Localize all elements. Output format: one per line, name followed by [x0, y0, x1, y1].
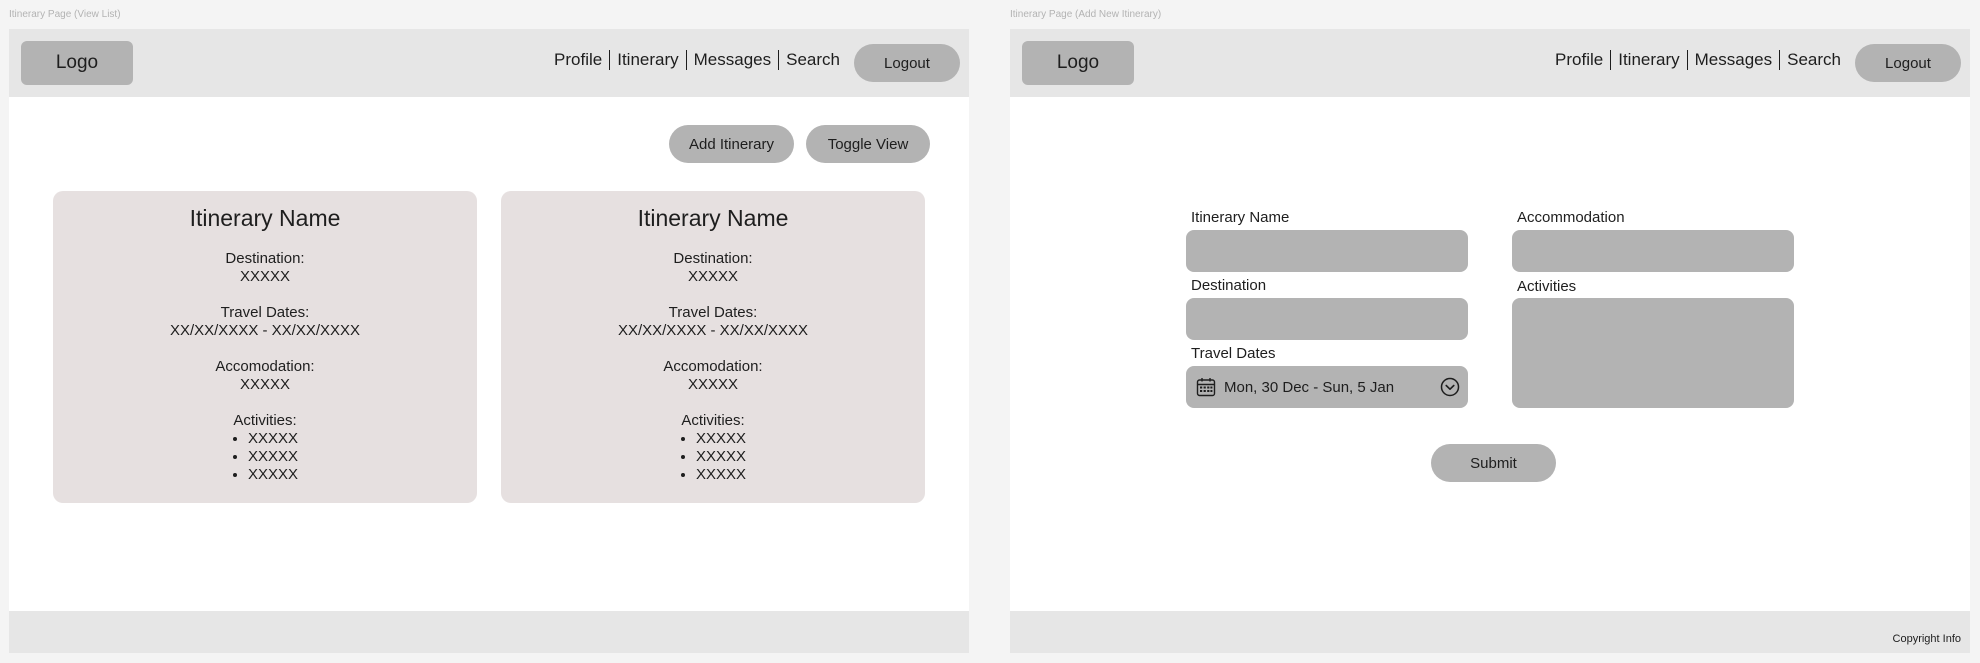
- nav-link-search[interactable]: Search: [779, 50, 847, 70]
- card-accommodation-value: XXXXX: [239, 376, 291, 393]
- toggle-view-button[interactable]: Toggle View: [806, 125, 930, 163]
- activity-item: XXXXX: [696, 448, 746, 466]
- add-itinerary-button[interactable]: Add Itinerary: [669, 125, 794, 163]
- nav-links: Profile Itinerary Messages Search: [547, 50, 847, 70]
- destination-input[interactable]: [1186, 298, 1468, 340]
- card-activities: Activities: XXXXX XXXXX XXXXX: [501, 412, 925, 484]
- card-title: Itinerary Name: [637, 205, 789, 231]
- card-dates: Travel Dates: XX/XX/XXXX - XX/XX/XXXX: [53, 304, 477, 340]
- card-accommodation-label: Accomodation:: [663, 358, 763, 375]
- nav-link-profile[interactable]: Profile: [547, 50, 609, 70]
- chevron-down-circle-icon[interactable]: [1440, 377, 1460, 397]
- nav-link-search[interactable]: Search: [1780, 50, 1848, 70]
- activity-item: XXXXX: [248, 466, 298, 484]
- nav-links: Profile Itinerary Messages Search: [1548, 50, 1848, 70]
- card-accommodation: Accomodation: XXXXX: [53, 358, 477, 394]
- footer: Copyright Info: [1010, 611, 1970, 653]
- copyright-text: Copyright Info: [1892, 633, 1961, 645]
- card-dates-label: Travel Dates:: [220, 304, 310, 321]
- travel-dates-picker[interactable]: Mon, 30 Dec - Sun, 5 Jan: [1186, 366, 1468, 408]
- nav-link-messages[interactable]: Messages: [687, 50, 778, 70]
- card-dates-value: XX/XX/XXXX - XX/XX/XXXX: [169, 322, 361, 339]
- submit-button[interactable]: Submit: [1431, 444, 1556, 482]
- activities-textarea[interactable]: [1512, 298, 1794, 408]
- card-destination: Destination: XXXXX: [501, 250, 925, 286]
- destination-label: Destination: [1191, 277, 1267, 294]
- accommodation-input[interactable]: [1512, 230, 1794, 272]
- logo[interactable]: Logo: [1022, 41, 1134, 85]
- itinerary-name-label: Itinerary Name: [1191, 209, 1290, 226]
- footer: [9, 611, 969, 653]
- card-title: Itinerary Name: [189, 205, 341, 231]
- logo[interactable]: Logo: [21, 41, 133, 85]
- card-destination: Destination: XXXXX: [53, 250, 477, 286]
- card-dates-value: XX/XX/XXXX - XX/XX/XXXX: [617, 322, 809, 339]
- logout-button[interactable]: Logout: [1855, 44, 1961, 82]
- card-activities: Activities: XXXXX XXXXX XXXXX: [53, 412, 477, 484]
- card-accommodation: Accomodation: XXXXX: [501, 358, 925, 394]
- activity-item: XXXXX: [248, 430, 298, 448]
- nav-link-itinerary[interactable]: Itinerary: [610, 50, 685, 70]
- nav-link-messages[interactable]: Messages: [1688, 50, 1779, 70]
- card-destination-value: XXXXX: [239, 268, 291, 285]
- accommodation-label: Accommodation: [1517, 209, 1625, 226]
- frame-label-add-itinerary: Itinerary Page (Add New Itinerary): [1010, 9, 1162, 20]
- card-dates-label: Travel Dates:: [668, 304, 758, 321]
- logout-button[interactable]: Logout: [854, 44, 960, 82]
- nav-link-itinerary[interactable]: Itinerary: [1611, 50, 1686, 70]
- card-accommodation-label: Accomodation:: [215, 358, 315, 375]
- card-dates: Travel Dates: XX/XX/XXXX - XX/XX/XXXX: [501, 304, 925, 340]
- itinerary-card[interactable]: Itinerary Name Destination: XXXXX Travel…: [53, 191, 477, 503]
- card-accommodation-value: XXXXX: [687, 376, 739, 393]
- activity-item: XXXXX: [696, 466, 746, 484]
- itinerary-name-input[interactable]: [1186, 230, 1468, 272]
- activity-list: XXXXX XXXXX XXXXX: [232, 430, 298, 484]
- navbar: Logo Profile Itinerary Messages Search L…: [9, 29, 969, 97]
- card-activities-label: Activities:: [681, 412, 745, 429]
- activities-label: Activities: [1517, 278, 1577, 295]
- activity-item: XXXXX: [248, 448, 298, 466]
- frame-label-view-list: Itinerary Page (View List): [9, 9, 121, 20]
- travel-dates-value: Mon, 30 Dec - Sun, 5 Jan: [1224, 378, 1395, 396]
- add-itinerary-frame: Logo Profile Itinerary Messages Search L…: [1010, 29, 1970, 653]
- travel-dates-label: Travel Dates: [1191, 345, 1276, 362]
- card-destination-label: Destination:: [673, 250, 753, 267]
- card-destination-value: XXXXX: [687, 268, 739, 285]
- nav-link-profile[interactable]: Profile: [1548, 50, 1610, 70]
- itinerary-card[interactable]: Itinerary Name Destination: XXXXX Travel…: [501, 191, 925, 503]
- navbar: Logo Profile Itinerary Messages Search L…: [1010, 29, 1970, 97]
- activity-list: XXXXX XXXXX XXXXX: [680, 430, 746, 484]
- card-activities-label: Activities:: [233, 412, 297, 429]
- card-destination-label: Destination:: [225, 250, 305, 267]
- view-list-frame: Logo Profile Itinerary Messages Search L…: [9, 29, 969, 653]
- calendar-icon: [1196, 378, 1216, 397]
- activity-item: XXXXX: [696, 430, 746, 448]
